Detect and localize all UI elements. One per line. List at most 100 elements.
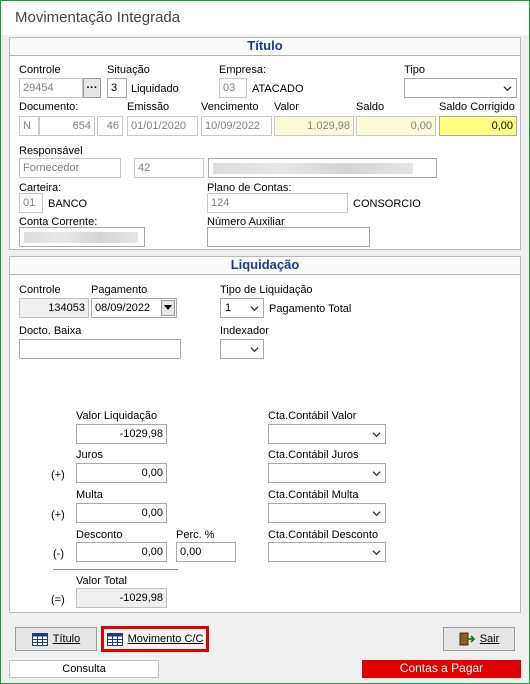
- controle-label: Controle: [19, 64, 61, 76]
- liq-controle-label: Controle: [19, 284, 61, 296]
- numero-auxiliar-field[interactable]: [207, 227, 370, 247]
- cta-multa-select[interactable]: [268, 503, 386, 523]
- tipo-liq-select[interactable]: 1: [220, 298, 264, 318]
- documento-label: Documento:: [19, 101, 79, 113]
- status-module: Contas a Pagar: [362, 660, 521, 678]
- responsavel-name-field[interactable]: [208, 158, 437, 178]
- saldo-corrigido-field[interactable]: 0,00: [439, 116, 517, 136]
- liquidacao-panel: Liquidação Controle 134053 Pagamento 08/…: [9, 256, 521, 613]
- main-window: Movimentação Integrada Título Controle 2…: [0, 0, 530, 684]
- valor-field[interactable]: 1.029,98: [274, 116, 354, 136]
- indexador-label: Indexador: [220, 325, 269, 337]
- doc-parcela-field[interactable]: 46: [97, 116, 123, 136]
- table-icon: [31, 632, 48, 646]
- status-bar: Consulta Contas a Pagar: [9, 660, 521, 678]
- table-icon: [106, 632, 123, 646]
- valor-liq-label: Valor Liquidação: [76, 410, 158, 422]
- situacao-text: Liquidado: [131, 83, 179, 95]
- total-separator: [53, 569, 178, 570]
- plano-code-field[interactable]: 124: [207, 193, 348, 213]
- sair-button[interactable]: Sair: [443, 627, 515, 651]
- liquidacao-header: Liquidação: [10, 257, 520, 275]
- valor-total-field[interactable]: -1029,98: [76, 588, 167, 608]
- cta-desconto-label: Cta.Contábil Desconto: [268, 529, 379, 541]
- desconto-sign: (-): [53, 548, 64, 560]
- emissao-label: Emissão: [127, 101, 170, 113]
- tipo-select[interactable]: [404, 78, 517, 98]
- carteira-code-field[interactable]: 01: [19, 193, 43, 213]
- titulo-button[interactable]: Título: [15, 627, 97, 651]
- cta-valor-select[interactable]: [268, 424, 386, 444]
- chevron-down-icon: [250, 347, 259, 353]
- juros-sign: (+): [51, 469, 65, 481]
- empresa-label: Empresa:: [219, 64, 267, 76]
- chevron-down-icon: [372, 432, 381, 438]
- perc-field[interactable]: 0,00: [176, 542, 236, 562]
- pagamento-label: Pagamento: [91, 284, 148, 296]
- window-title: Movimentação Integrada: [15, 9, 181, 26]
- tipo-label: Tipo: [404, 64, 425, 76]
- doc-numero-field[interactable]: 654: [39, 116, 95, 136]
- titulo-button-label: Título: [52, 633, 81, 645]
- tipo-liq-text: Pagamento Total: [269, 303, 352, 315]
- cta-juros-select[interactable]: [268, 463, 386, 483]
- redacted-text: [213, 163, 413, 174]
- chevron-down-icon: [164, 305, 172, 310]
- valor-total-sign: (=): [51, 594, 65, 606]
- cta-valor-label: Cta.Contábil Valor: [268, 410, 357, 422]
- saldo-label: Saldo: [356, 101, 385, 113]
- valor-label: Valor: [274, 101, 299, 113]
- saldo-corrigido-label: Saldo Corrigido: [439, 101, 515, 113]
- situacao-label: Situação: [107, 64, 150, 76]
- situacao-code-field[interactable]: 3: [107, 78, 127, 98]
- pagamento-dropdown-button[interactable]: [161, 300, 175, 316]
- responsavel-code-field[interactable]: 42: [134, 158, 204, 178]
- conta-corrente-field[interactable]: [19, 227, 145, 247]
- movimento-cc-button-label: Movimento C/C: [127, 633, 204, 645]
- titulo-header: Título: [10, 38, 520, 56]
- controle-field[interactable]: 29454: [19, 78, 83, 98]
- docto-baixa-label: Docto. Baixa: [19, 325, 82, 337]
- movimento-cc-button[interactable]: Movimento C/C: [101, 626, 209, 652]
- doc-tipo-field[interactable]: N: [19, 116, 39, 136]
- responsavel-tipo-field[interactable]: Fornecedor: [19, 158, 121, 178]
- vencimento-label: Vencimento: [201, 101, 259, 113]
- chevron-down-icon: [250, 306, 259, 312]
- liq-controle-field[interactable]: 134053: [19, 298, 89, 318]
- multa-field[interactable]: 0,00: [76, 503, 167, 523]
- pagamento-date-value: 08/09/2022: [95, 302, 151, 314]
- desconto-field[interactable]: 0,00: [76, 542, 167, 562]
- perc-label: Perc. %: [176, 529, 215, 541]
- vencimento-field[interactable]: 10/09/2022: [201, 116, 272, 136]
- chevron-down-icon: [372, 471, 381, 477]
- chevron-down-icon: [372, 511, 381, 517]
- cta-juros-label: Cta.Contábil Juros: [268, 449, 359, 461]
- window-titlebar: Movimentação Integrada: [1, 1, 529, 35]
- responsavel-label: Responsável: [19, 145, 83, 157]
- empresa-text: ATACADO: [252, 83, 304, 95]
- multa-label: Multa: [76, 489, 103, 501]
- docto-baixa-field[interactable]: [19, 339, 181, 359]
- tipo-liq-label: Tipo de Liquidação: [220, 284, 313, 296]
- titulo-panel: Título Controle 29454 ··· Situação 3 Liq…: [9, 37, 521, 250]
- cta-desconto-select[interactable]: [268, 542, 386, 562]
- desconto-label: Desconto: [76, 529, 123, 541]
- tipo-liq-code: 1: [225, 302, 232, 314]
- sair-button-label: Sair: [479, 633, 500, 645]
- cta-multa-label: Cta.Contábil Multa: [268, 489, 359, 501]
- juros-label: Juros: [76, 449, 103, 461]
- status-mode: Consulta: [9, 660, 159, 678]
- plano-text: CONSORCIO: [353, 198, 421, 210]
- emissao-field[interactable]: 01/01/2020: [127, 116, 198, 136]
- juros-field[interactable]: 0,00: [76, 463, 167, 483]
- multa-sign: (+): [51, 509, 65, 521]
- saldo-field[interactable]: 0,00: [356, 116, 436, 136]
- carteira-text: BANCO: [48, 198, 88, 210]
- empresa-code-field[interactable]: 03: [219, 78, 247, 98]
- exit-icon: [459, 632, 475, 646]
- indexador-select[interactable]: [220, 339, 264, 359]
- valor-total-label: Valor Total: [76, 575, 127, 587]
- valor-liq-field[interactable]: -1029,98: [76, 424, 167, 444]
- chevron-down-icon: [372, 550, 381, 556]
- controle-lookup-button[interactable]: ···: [83, 78, 101, 98]
